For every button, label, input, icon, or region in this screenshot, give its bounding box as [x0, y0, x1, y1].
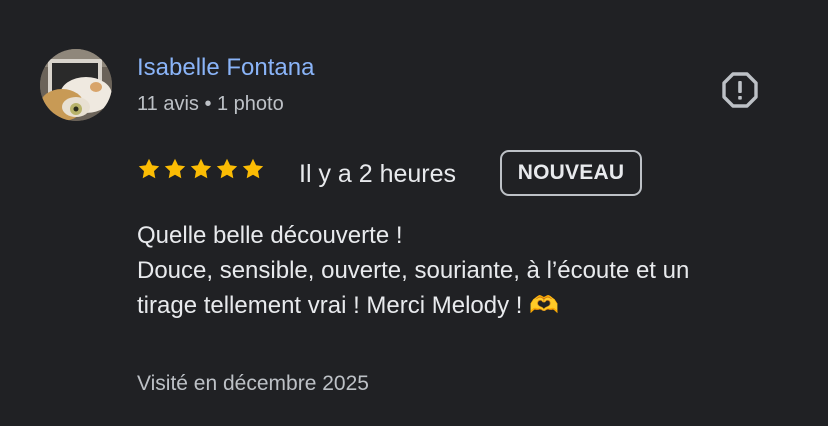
- author-avatar[interactable]: [40, 49, 112, 121]
- report-flag-icon[interactable]: [721, 71, 759, 109]
- star-icon: [164, 158, 186, 179]
- star-icon: [216, 158, 238, 179]
- review-text-line: Douce, sensible, ouverte, souriante, à l…: [137, 257, 690, 284]
- review-text: Quelle belle découverte ! Douce, sensibl…: [137, 218, 807, 323]
- new-badge: NOUVEAU: [500, 150, 642, 196]
- review-text-line: tirage tellement vrai ! Merci Melody ! 🫶: [137, 292, 560, 319]
- review-time: Il y a 2 heures: [299, 160, 457, 188]
- author-meta: 11 avis • 1 photo: [137, 93, 284, 115]
- review-text-line: Quelle belle découverte !: [137, 222, 403, 249]
- star-icon: [138, 158, 160, 179]
- avatar-photo: [40, 49, 112, 121]
- author-name-link[interactable]: Isabelle Fontana: [137, 54, 314, 82]
- star-icon: [242, 158, 264, 179]
- star-icon: [190, 158, 212, 179]
- visited-date: Visité en décembre 2025: [137, 372, 369, 395]
- star-rating: [137, 157, 265, 181]
